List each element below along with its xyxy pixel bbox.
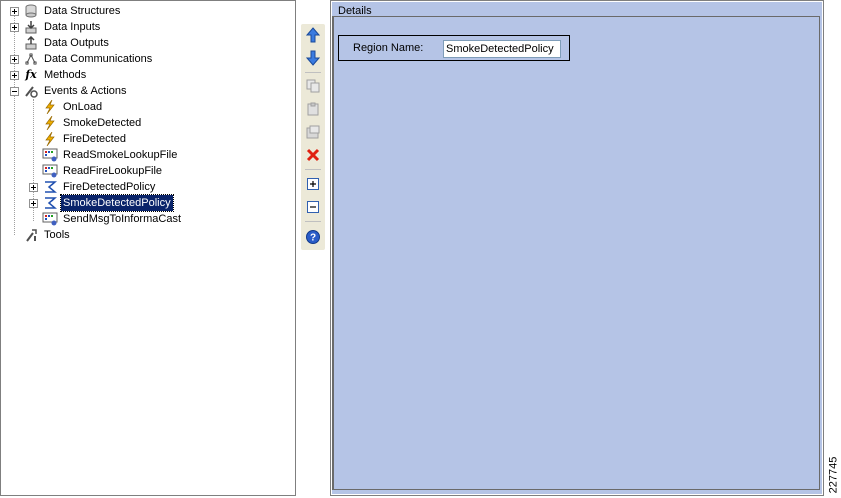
database-icon <box>23 3 39 19</box>
expand-icon[interactable] <box>10 70 19 80</box>
arrow-down-icon <box>306 50 320 66</box>
paste-button[interactable] <box>303 99 323 119</box>
tree-item-label: Data Outputs <box>44 37 109 49</box>
paste-icon <box>307 102 319 116</box>
tree-item-smoke-detected-policy[interactable]: SmokeDetectedPolicy <box>29 194 174 212</box>
tree-item-label: OnLoad <box>63 101 103 113</box>
lightning-icon <box>42 131 58 147</box>
details-background: Details Region Name: <box>332 2 822 494</box>
toolbar-separator <box>305 169 321 170</box>
tree-view[interactable]: Data Structures Data Inputs Data Outputs… <box>0 0 296 496</box>
tree-item-onload[interactable]: OnLoad <box>42 99 104 115</box>
policy-icon <box>42 195 58 211</box>
tree-item-data-communications[interactable]: Data Communications <box>10 51 154 67</box>
delete-button[interactable] <box>303 145 323 165</box>
move-up-button[interactable] <box>303 25 323 45</box>
arrow-up-icon <box>306 27 320 43</box>
tree-item-label: FireDetected <box>63 133 126 145</box>
copy-button[interactable] <box>303 76 323 96</box>
action-icon <box>42 163 58 179</box>
lightning-icon <box>42 99 58 115</box>
tree-item-smoke-detected[interactable]: SmokeDetected <box>42 115 143 131</box>
data-input-icon <box>23 19 39 35</box>
expand-all-button[interactable] <box>303 174 323 194</box>
details-group-box: Region Name: <box>332 16 820 490</box>
tree-item-label: ReadSmokeLookupFile <box>63 149 178 161</box>
region-name-label: Region Name: <box>353 42 424 54</box>
figure-number-text: 227745 <box>827 456 839 494</box>
tree-item-fire-detected-policy[interactable]: FireDetectedPolicy <box>29 179 157 195</box>
tree-item-methods[interactable]: fx Methods <box>10 67 88 83</box>
tree-item-events-actions[interactable]: Events & Actions <box>10 83 129 99</box>
tree-item-label: Data Structures <box>44 5 121 17</box>
toolbar-separator <box>305 72 321 73</box>
paste-special-icon <box>306 125 320 139</box>
expand-icon[interactable] <box>10 22 19 32</box>
region-name-group: Region Name: <box>338 35 570 61</box>
tree-item-label: SmokeDetectedPolicy <box>60 194 174 212</box>
tree-item-tools[interactable]: Tools <box>10 227 72 243</box>
collapse-all-button[interactable] <box>303 197 323 217</box>
collapse-icon <box>307 201 319 213</box>
tree-item-label: FireDetectedPolicy <box>63 181 156 193</box>
expand-icon <box>307 178 319 190</box>
action-icon <box>42 147 58 163</box>
tree-item-send-msg-to-informacast[interactable]: SendMsgToInformaCast <box>42 211 183 227</box>
collapse-icon[interactable] <box>10 86 19 96</box>
svg-text:?: ? <box>310 233 316 244</box>
region-name-input[interactable] <box>443 40 561 58</box>
tools-icon <box>23 227 39 243</box>
help-icon: ? <box>306 230 320 244</box>
action-icon <box>42 211 58 227</box>
policy-icon <box>42 179 58 195</box>
toolbar-separator <box>305 221 321 222</box>
expand-icon[interactable] <box>10 54 19 64</box>
vertical-toolbar: ? <box>301 24 325 250</box>
tree-item-label: Methods <box>44 69 87 81</box>
tree-item-label: Tools <box>44 229 70 241</box>
details-panel: Details Region Name: <box>330 0 824 496</box>
data-output-icon <box>23 35 39 51</box>
tree-item-label: ReadFireLookupFile <box>63 165 163 177</box>
move-down-button[interactable] <box>303 48 323 68</box>
function-icon: fx <box>25 68 37 81</box>
tree-item-read-fire-lookup-file[interactable]: ReadFireLookupFile <box>42 163 164 179</box>
expand-icon[interactable] <box>10 6 19 16</box>
tree-item-label: Data Communications <box>44 53 153 65</box>
events-actions-icon <box>23 83 39 99</box>
network-icon <box>23 51 39 67</box>
tree-item-label: Data Inputs <box>44 21 101 33</box>
figure-number: 227745 <box>826 452 840 498</box>
tree-item-label: SmokeDetected <box>63 117 142 129</box>
copy-icon <box>306 79 320 93</box>
tree-item-data-outputs[interactable]: Data Outputs <box>10 35 111 51</box>
tree-item-data-inputs[interactable]: Data Inputs <box>10 19 102 35</box>
tree-item-fire-detected[interactable]: FireDetected <box>42 131 128 147</box>
expand-icon[interactable] <box>29 182 38 192</box>
tree-item-data-structures[interactable]: Data Structures <box>10 3 122 19</box>
paste-special-button[interactable] <box>303 122 323 142</box>
expand-icon[interactable] <box>29 198 38 208</box>
tree-item-label: Events & Actions <box>44 85 127 97</box>
help-button[interactable]: ? <box>303 227 323 247</box>
lightning-icon <box>42 115 58 131</box>
tree-item-label: SendMsgToInformaCast <box>63 213 181 225</box>
delete-icon <box>306 148 320 162</box>
tree-item-read-smoke-lookup-file[interactable]: ReadSmokeLookupFile <box>42 147 179 163</box>
